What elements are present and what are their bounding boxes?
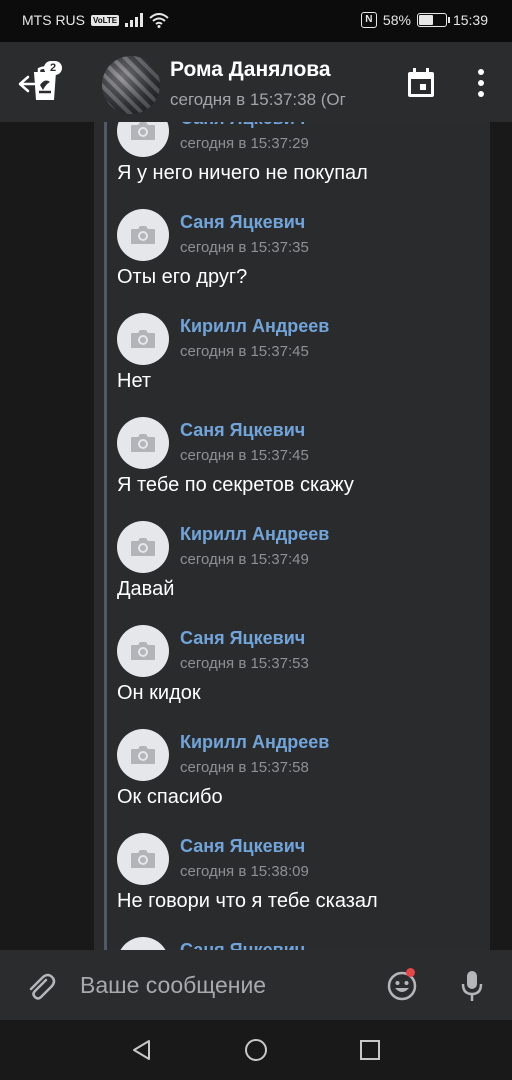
unread-badge: 2	[44, 61, 62, 75]
message-input[interactable]	[80, 968, 370, 1002]
message-timestamp: сегодня в 15:37:53	[180, 655, 309, 672]
message-timestamp: сегодня в 15:37:45	[180, 343, 309, 360]
message-item[interactable]: Саня Яцкевич сегодня в 15:37:45 Я тебе по …	[117, 417, 487, 521]
message-timestamp: сегодня в 15:37:29	[180, 135, 309, 152]
message-item[interactable]: Саня Яцкевич сегодня в 15:38:09 Не говори …	[117, 833, 487, 937]
author-avatar[interactable]	[117, 729, 169, 781]
camera-icon	[131, 226, 155, 244]
author-avatar[interactable]	[117, 209, 169, 261]
message-text: Давай	[117, 578, 175, 600]
chat-subtitle: сегодня в 15:37:38 (Ог	[170, 90, 346, 109]
message-text: Нет	[117, 370, 152, 392]
author-name[interactable]: Кирилл Андреев	[180, 732, 329, 753]
nav-home-button[interactable]	[244, 1038, 268, 1062]
message-timestamp: сегодня в 15:37:35	[180, 239, 309, 256]
message-text: Не говори что я тебе сказал	[117, 890, 378, 912]
author-avatar[interactable]	[117, 521, 169, 573]
author-name[interactable]: Саня Яцкевич	[180, 420, 305, 441]
author-name[interactable]: Кирилл Андреев	[180, 316, 329, 337]
message-item[interactable]: Саня Яцкевич сегодня в 15:37:35 Оты его др…	[117, 209, 487, 313]
status-bar: MTS RUS VoLTE N 58% 15:39	[0, 0, 512, 42]
message-text: Оты его друг?	[117, 266, 248, 288]
attach-button[interactable]	[24, 970, 56, 1002]
nav-recents-button[interactable]	[358, 1038, 382, 1062]
author-avatar[interactable]	[117, 937, 169, 950]
status-right: N 58% 15:39	[360, 12, 488, 28]
message-text: Он кидок	[117, 682, 201, 704]
microphone-icon	[461, 971, 483, 1001]
message-item[interactable]: Кирилл Андреев сегодня в 15:37:58 Ок спаси…	[117, 729, 487, 833]
message-timestamp: сегодня в 15:37:45	[180, 447, 309, 464]
wifi-icon	[149, 12, 169, 28]
author-avatar[interactable]	[117, 313, 169, 365]
author-avatar[interactable]	[117, 833, 169, 885]
calendar-button[interactable]	[404, 66, 438, 100]
message-item[interactable]: Саня Яцкевич сегодня в 15:37:29 Я у него н…	[117, 122, 487, 209]
author-name[interactable]: Саня Яцкевич	[180, 628, 305, 649]
nav-back-button[interactable]	[130, 1038, 154, 1062]
composer-bar	[0, 950, 512, 1020]
message-text: Я у него ничего не покупал	[117, 162, 368, 184]
message-item[interactable]: Саня Яцкевич сегодня в 15:37:53 Он кидок	[117, 625, 487, 729]
message-timestamp: сегодня в 15:38:09	[180, 863, 309, 880]
author-name[interactable]: Кирилл Андреев	[180, 524, 329, 545]
circle-home-icon	[245, 1039, 267, 1061]
chat-avatar[interactable]	[102, 56, 160, 114]
battery-icon	[416, 13, 450, 27]
more-vertical-icon	[478, 69, 484, 97]
author-name[interactable]: Саня Яцкевич	[180, 122, 305, 129]
calendar-icon	[408, 68, 434, 97]
carrier-name: MTS RUS	[22, 12, 85, 28]
camera-icon	[131, 746, 155, 764]
chat-header: 2 Рома Данялова сегодня в 15:37:38 (Ог	[0, 42, 512, 122]
system-nav-bar	[0, 1020, 512, 1080]
message-item[interactable]: Кирилл Андреев сегодня в 15:37:45 Нет	[117, 313, 487, 417]
message-list[interactable]: Саня Яцкевич сегодня в 15:37:29 Я у него н…	[0, 122, 512, 950]
paperclip-icon	[29, 973, 56, 1000]
battery-fill	[418, 15, 434, 25]
message-text: Ок спасибо	[117, 786, 223, 808]
camera-icon	[131, 850, 155, 868]
message-timestamp: сегодня в 15:37:58	[180, 759, 309, 776]
message-timestamp: сегодня в 15:37:49	[180, 551, 309, 568]
status-left: MTS RUS VoLTE	[22, 12, 169, 28]
volte-badge: VoLTE	[91, 14, 120, 26]
chat-title[interactable]: Рома Данялова	[170, 58, 331, 82]
message-item[interactable]: Кирилл Андреев сегодня в 15:37:49 Давай	[117, 521, 487, 625]
battery-percent: 58%	[382, 12, 411, 28]
author-name[interactable]: Саня Яцкевич	[180, 212, 305, 233]
notification-dot	[406, 968, 415, 977]
camera-icon	[131, 538, 155, 556]
status-time: 15:39	[452, 12, 488, 28]
back-button[interactable]: 2	[18, 58, 64, 104]
camera-icon	[131, 330, 155, 348]
message-text: Я тебе по секретов скажу	[117, 474, 354, 496]
camera-icon	[131, 642, 155, 660]
sticker-button[interactable]	[386, 968, 418, 1002]
author-avatar[interactable]	[117, 625, 169, 677]
nfc-icon: N	[360, 12, 377, 28]
author-name[interactable]: Саня Яцкевич	[180, 940, 305, 950]
triangle-back-icon	[133, 1040, 150, 1060]
author-name[interactable]: Саня Яцкевич	[180, 836, 305, 857]
message-item[interactable]: Саня Яцкевич	[117, 937, 487, 950]
square-recents-icon	[360, 1040, 380, 1060]
author-avatar[interactable]	[117, 122, 169, 157]
author-avatar[interactable]	[117, 417, 169, 469]
camera-icon	[131, 434, 155, 452]
signal-icon	[125, 13, 144, 27]
microphone-button[interactable]	[458, 968, 486, 1004]
more-button[interactable]	[468, 66, 494, 100]
camera-icon	[131, 122, 155, 140]
forward-indicator-bar	[104, 122, 107, 950]
avatar-image	[102, 56, 160, 114]
